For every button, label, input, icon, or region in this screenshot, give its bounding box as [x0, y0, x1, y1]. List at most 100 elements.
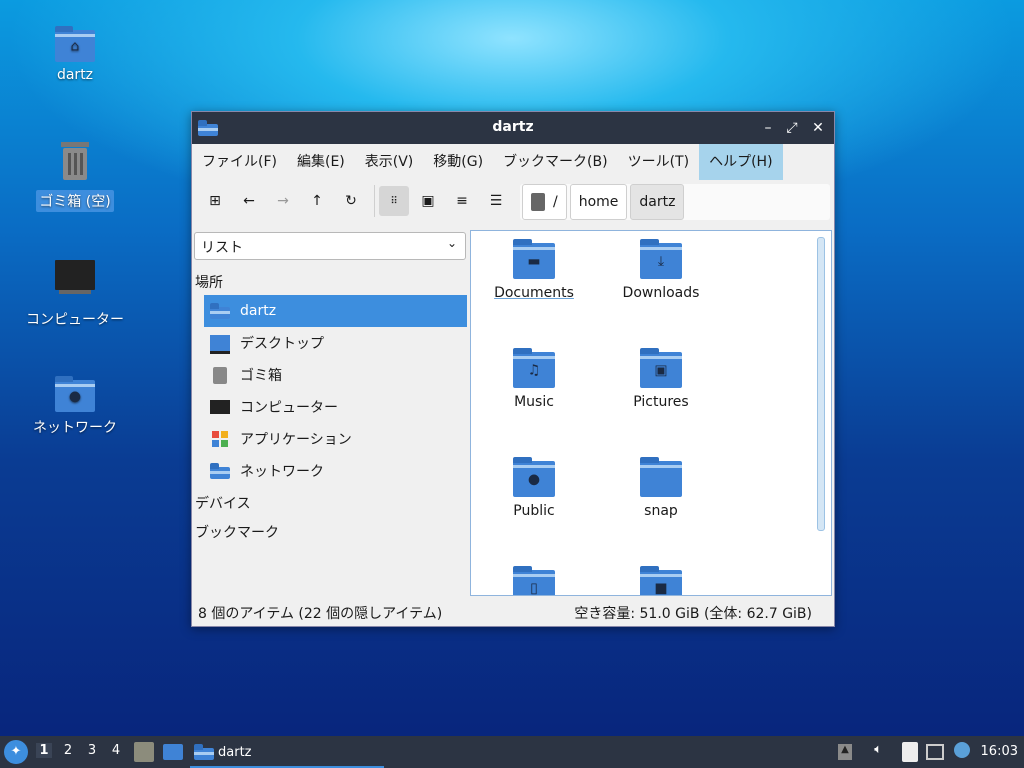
up-button[interactable]: ↑ [302, 186, 332, 216]
show-desktop-button[interactable] [163, 744, 183, 760]
file-item-partial[interactable]: ■ [606, 566, 716, 595]
chevron-down-icon: ⌄ [446, 236, 457, 250]
place-trash[interactable]: ゴミ箱 [204, 359, 467, 391]
downloads-folder-icon: ⤓ [640, 239, 682, 279]
folder-icon [194, 744, 214, 760]
computer-icon [210, 397, 230, 417]
title-bar[interactable]: dartz – ⤢ ✕ [192, 112, 834, 144]
path-crumb-home[interactable]: home [569, 184, 628, 220]
file-item[interactable]: ● Public [479, 457, 589, 519]
image-icon: ▣ [421, 193, 435, 209]
start-menu-button[interactable]: ✦ [4, 740, 28, 764]
taskbar: ✦ 1 2 3 4 dartz ▲ 🔈︎ 16:03 [0, 736, 1024, 768]
desktop-icon-label: コンピューター [26, 312, 124, 328]
clock[interactable]: 16:03 [981, 744, 1018, 759]
path-crumb-current[interactable]: dartz [630, 184, 685, 220]
file-view[interactable]: ▬ Documents ⤓ Downloads ♫ Music ▣ Pictur… [470, 230, 832, 596]
minimize-button[interactable]: – [758, 118, 778, 138]
applications-icon [210, 429, 230, 449]
arrow-up-icon: ↑ [311, 193, 323, 209]
file-item[interactable]: ▬ Documents [479, 239, 589, 301]
computer-icon [51, 256, 99, 304]
bird-logo-icon: ✦ [10, 744, 22, 759]
compact-view-button[interactable]: ≡ [447, 186, 477, 216]
close-button[interactable]: ✕ [808, 118, 828, 138]
folder-icon [640, 457, 682, 497]
file-item[interactable]: snap [606, 457, 716, 519]
desktop-icon-computer[interactable]: コンピューター [15, 256, 135, 330]
file-item[interactable]: ⤓ Downloads [606, 239, 716, 301]
path-crumb-root[interactable]: / [522, 184, 567, 220]
reload-button[interactable]: ↻ [336, 186, 366, 216]
task-dartz[interactable]: dartz [190, 738, 384, 768]
menu-file[interactable]: ファイル(F) [192, 144, 287, 180]
trash-icon [210, 365, 230, 385]
pictures-folder-icon: ▣ [640, 348, 682, 388]
network-folder-icon: ● [55, 376, 95, 412]
file-item[interactable]: ♫ Music [479, 348, 589, 410]
place-network[interactable]: ネットワーク [204, 455, 467, 487]
detail-view-button[interactable]: ☰ [481, 186, 511, 216]
reload-icon: ↻ [345, 193, 357, 209]
toolbar: ⊞ ← → ↑ ↻ ⠿ ▣ ≡ ☰ / home dartz [192, 180, 834, 222]
menu-go[interactable]: 移動(G) [423, 144, 493, 180]
desktop-icon [210, 333, 230, 354]
workspace-3[interactable]: 3 [84, 743, 100, 758]
menu-bar: ファイル(F) 編集(E) 表示(V) 移動(G) ブックマーク(B) ツール(… [192, 144, 834, 180]
workspace-4[interactable]: 4 [108, 743, 124, 758]
workspace-1[interactable]: 1 [36, 743, 52, 758]
new-tab-button[interactable]: ⊞ [200, 186, 230, 216]
home-folder-icon [210, 303, 230, 319]
free-space-status: 空き容量: 51.0 GiB (全体: 62.7 GiB) [574, 606, 812, 622]
thumbnail-view-button[interactable]: ▣ [413, 186, 443, 216]
place-applications[interactable]: アプリケーション [204, 423, 467, 455]
desktop-icon-label: ゴミ箱 (空) [36, 190, 114, 212]
trash-icon [51, 138, 99, 186]
maximize-button[interactable]: ⤢ [782, 118, 802, 138]
network-folder-icon [210, 463, 230, 479]
places-heading: 場所 [195, 275, 223, 291]
icon-view-button[interactable]: ⠿ [379, 186, 409, 216]
desktop-icon-label: dartz [56, 67, 94, 83]
file-item[interactable]: ▣ Pictures [606, 348, 716, 410]
volume-icon[interactable]: 🔈︎ [874, 742, 882, 757]
place-computer[interactable]: コンピューター [204, 391, 467, 423]
menu-help[interactable]: ヘルプ(H) [699, 144, 783, 180]
desktop-icon-trash[interactable]: ゴミ箱 (空) [15, 138, 135, 212]
update-notifier-icon[interactable] [954, 742, 970, 758]
templates-folder-icon: ▯ [513, 566, 555, 595]
new-tab-icon: ⊞ [209, 193, 221, 209]
desktop-icon-network[interactable]: ● ネットワーク [15, 374, 135, 438]
file-manager-launcher[interactable] [134, 742, 154, 762]
place-desktop[interactable]: デスクトップ [204, 327, 467, 359]
vertical-scrollbar[interactable] [817, 237, 825, 531]
tray-up-icon[interactable]: ▲ [838, 744, 852, 760]
file-manager-window: dartz – ⤢ ✕ ファイル(F) 編集(E) 表示(V) 移動(G) ブッ… [191, 111, 835, 627]
videos-folder-icon: ■ [640, 566, 682, 595]
side-pane-mode-select[interactable]: リスト ⌄ [194, 232, 466, 260]
menu-view[interactable]: 表示(V) [355, 144, 424, 180]
network-status-icon[interactable] [926, 744, 944, 760]
forward-button[interactable]: → [268, 186, 298, 216]
menu-edit[interactable]: 編集(E) [287, 144, 355, 180]
music-folder-icon: ♫ [513, 348, 555, 388]
status-bar: 8 個のアイテム (22 個の隠しアイテム) 空き容量: 51.0 GiB (全… [192, 598, 834, 626]
arrow-left-icon: ← [243, 193, 255, 209]
clipboard-icon[interactable] [902, 742, 918, 762]
toolbar-separator [374, 185, 375, 217]
back-button[interactable]: ← [234, 186, 264, 216]
menu-tools[interactable]: ツール(T) [618, 144, 699, 180]
item-count-status: 8 個のアイテム (22 個の隠しアイテム) [198, 606, 443, 622]
arrow-right-icon: → [277, 193, 289, 209]
documents-folder-icon: ▬ [513, 239, 555, 279]
desktop-icon-label: ネットワーク [33, 420, 117, 436]
bookmarks-heading[interactable]: ブックマーク [195, 522, 279, 542]
devices-heading[interactable]: デバイス [195, 493, 251, 513]
desktop-icon-home[interactable]: ⌂ dartz [15, 24, 135, 84]
window-title: dartz [492, 119, 534, 135]
grid-icon: ⠿ [390, 195, 398, 207]
menu-bookmarks[interactable]: ブックマーク(B) [493, 144, 618, 180]
place-home[interactable]: dartz [204, 295, 467, 327]
file-item-partial[interactable]: ▯ [479, 566, 589, 595]
workspace-2[interactable]: 2 [60, 743, 76, 758]
